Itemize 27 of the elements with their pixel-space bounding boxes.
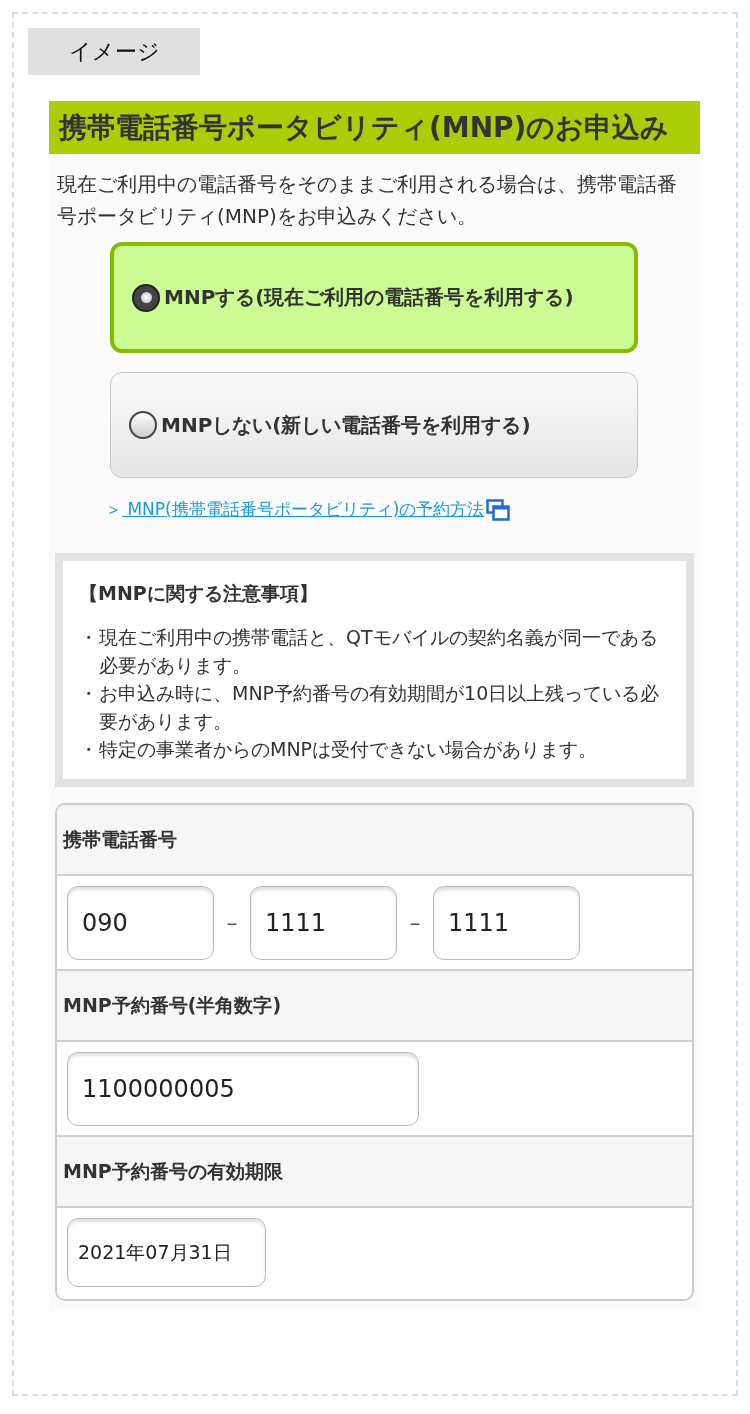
radio-option[interactable]: MNPしない(新しい電話番号を利用する): [110, 372, 638, 478]
section-heading: 携帯電話番号ポータビリティ(MNP)のお申込み: [49, 101, 700, 154]
note-text: 特定の事業者からのMNPは受付できない場合があります。: [99, 737, 598, 762]
input-field[interactable]: 1111: [433, 886, 580, 960]
input-field[interactable]: 090: [67, 886, 214, 960]
radio-option[interactable]: MNPする(現在ご利用の電話番号を利用する): [110, 242, 638, 353]
intro-text: 現在ご利用中の電話番号をそのままご利用される場合は、携帯電話番号ポータビリティ(MNP)をお申込みください。: [56, 171, 678, 230]
radio-button[interactable]: [129, 411, 157, 439]
field-label: 携帯電話番号: [57, 805, 692, 876]
note-text: お申込み時に、MNP予約番号の有効期間が10日以上残っている必要があります。: [99, 681, 661, 734]
input-field[interactable]: 2021年07月31日: [67, 1218, 266, 1287]
option-label: MNPする(現在ご利用の電話番号を利用する): [164, 284, 574, 311]
note-text: 現在ご利用中の携帯電話と、QTモバイルの契約名義が同一である必要があります。: [99, 625, 659, 678]
radio-button[interactable]: [132, 283, 160, 312]
bullet: ・: [79, 681, 99, 706]
field-label: MNP予約番号(半角数字): [57, 971, 692, 1042]
bullet: ・: [79, 737, 99, 762]
input-field[interactable]: 1111: [250, 886, 397, 960]
dash-separator: –: [408, 909, 422, 937]
new-window-icon: [486, 498, 511, 521]
bullet: ・: [79, 625, 99, 650]
image-badge: イメージ: [28, 28, 200, 75]
input-field[interactable]: 1100000005: [67, 1052, 419, 1126]
field-label: MNP予約番号の有効期限: [57, 1137, 692, 1208]
dash-separator: –: [225, 909, 239, 937]
option-label: MNPしない(新しい電話番号を利用する): [161, 411, 531, 439]
notes-title: 【MNPに関する注意事項】: [79, 581, 319, 606]
